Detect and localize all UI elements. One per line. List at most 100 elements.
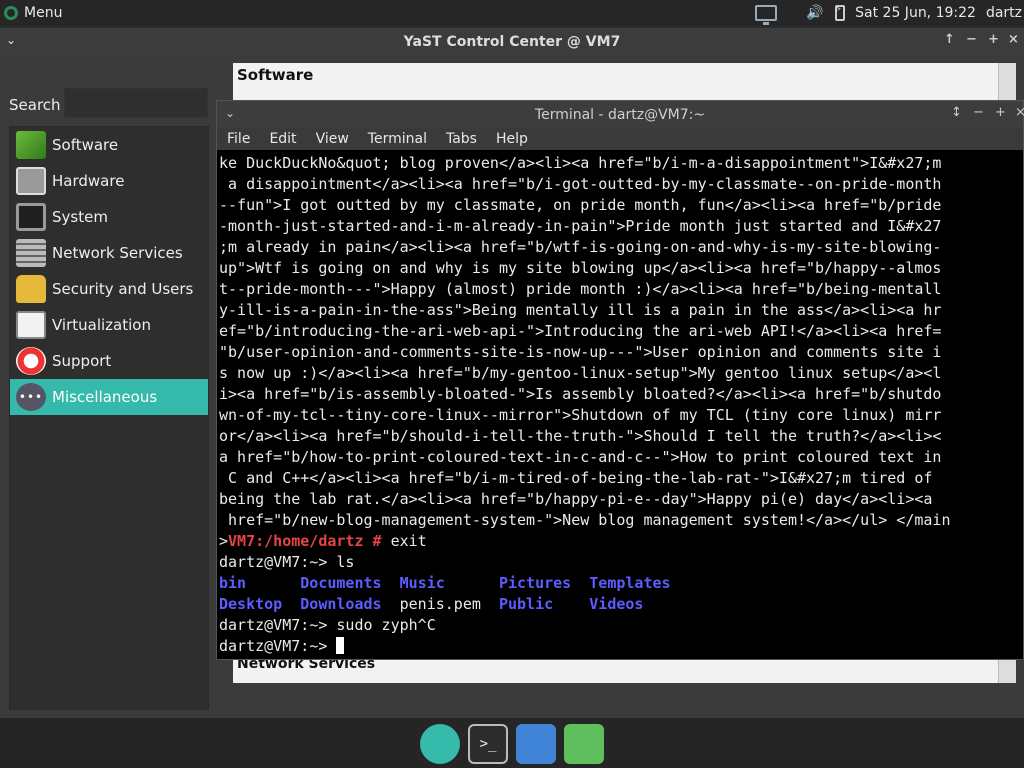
system-tray: 🔊 Sat 25 Jun, 19:22 dartz bbox=[755, 0, 1022, 26]
html-output-line: ke DuckDuckNo&quot; blog proven</a><li><… bbox=[219, 154, 942, 172]
terminal-line: Desktop Downloads penis.pem Public Video… bbox=[219, 594, 1019, 615]
category-label: Hardware bbox=[52, 172, 125, 190]
category-support[interactable]: Support bbox=[10, 343, 208, 379]
prompt-ls: dartz@VM7:~> ls bbox=[219, 553, 355, 571]
category-security-and-users[interactable]: Security and Users bbox=[10, 271, 208, 307]
minimize-icon[interactable]: − bbox=[966, 32, 977, 47]
yast-titlebar[interactable]: ⌄ YaST Control Center @ VM7 ↑ − + × bbox=[0, 28, 1024, 55]
terminal-titlebar[interactable]: ⌄ Terminal - dartz@VM7:~ ↕ − + × bbox=[217, 101, 1024, 128]
terminal-cursor bbox=[336, 637, 345, 654]
html-output-line: a disappointment</a><li><a href="b/i-got… bbox=[219, 175, 942, 193]
close-icon[interactable]: × bbox=[1008, 32, 1019, 47]
ls-directory: Music bbox=[399, 574, 445, 592]
dock: >_ bbox=[0, 718, 1024, 768]
terminal-window: ⌄ Terminal - dartz@VM7:~ ↕ − + × File Ed… bbox=[216, 100, 1024, 660]
terminal-line: "b/user-opinion-and-comments-site-is-now… bbox=[219, 342, 1019, 363]
terminal-line: C and C++</a><li><a href="b/i-m-tired-of… bbox=[219, 468, 1019, 489]
minimize-icon[interactable]: − bbox=[973, 105, 984, 120]
terminal-line: ;m already in pain</a><li><a href="b/wtf… bbox=[219, 237, 1019, 258]
window-menu-icon[interactable]: ⌄ bbox=[6, 33, 16, 47]
ls-spacing bbox=[481, 595, 499, 613]
html-output-line: > bbox=[219, 532, 229, 550]
html-output-line: ef="b/introducing-the-ari-web-api-">Intr… bbox=[219, 322, 942, 340]
ls-directory: bin bbox=[219, 574, 247, 592]
battery-icon[interactable] bbox=[835, 4, 846, 21]
menu-tabs[interactable]: Tabs bbox=[446, 131, 477, 147]
window-menu-icon[interactable]: ⌄ bbox=[225, 106, 235, 120]
terminal-glyph: >_ bbox=[479, 736, 497, 752]
user-name[interactable]: dartz bbox=[986, 5, 1022, 21]
ls-directory: Documents bbox=[300, 574, 382, 592]
network-icon[interactable] bbox=[755, 5, 778, 25]
terminal-line: or</a><li><a href="b/should-i-tell-the-t… bbox=[219, 426, 1019, 447]
html-output-line: C and C++</a><li><a href="b/i-m-tired-of… bbox=[219, 469, 933, 487]
terminal-output[interactable]: ke DuckDuckNo&quot; blog proven</a><li><… bbox=[219, 153, 1019, 658]
ls-directory: Public bbox=[498, 595, 554, 613]
menu-button[interactable]: Menu bbox=[0, 0, 62, 26]
section-header-software: Software bbox=[237, 66, 314, 84]
misc-icon: ••• bbox=[16, 383, 46, 411]
menu-terminal[interactable]: Terminal bbox=[368, 131, 427, 147]
html-output-line: being the lab rat.</a><li><a href="b/hap… bbox=[219, 490, 933, 508]
terminal-line: wn-of-my-tcl--tiny-core-linux--mirror">S… bbox=[219, 405, 1019, 426]
clock[interactable]: Sat 25 Jun, 19:22 bbox=[855, 5, 976, 21]
terminal-line: href="b/new-blog-management-system-">New… bbox=[219, 510, 1019, 531]
yast-title: YaST Control Center @ VM7 bbox=[403, 33, 621, 50]
keep-above-icon[interactable]: ↕ bbox=[951, 105, 962, 120]
ls-spacing bbox=[382, 574, 400, 592]
terminal-line: ke DuckDuckNo&quot; blog proven</a><li><… bbox=[219, 153, 1019, 174]
close-icon[interactable]: × bbox=[1015, 105, 1024, 120]
category-label: Network Services bbox=[52, 244, 183, 262]
maximize-icon[interactable]: + bbox=[995, 105, 1006, 120]
html-output-line: -month-just-started-and-i-m-already-in-p… bbox=[219, 217, 942, 235]
terminal-line: dartz@VM7:~> sudo zyph^C bbox=[219, 615, 1019, 636]
trash-icon[interactable] bbox=[564, 724, 604, 764]
menu-file[interactable]: File bbox=[227, 131, 250, 147]
terminal-line: bin Documents Music Pictures Templates bbox=[219, 573, 1019, 594]
system-icon bbox=[16, 203, 46, 231]
html-output-line: href="b/new-blog-management-system-">New… bbox=[219, 511, 951, 529]
terminal-line: --fun">I got outted by my classmate, on … bbox=[219, 195, 1019, 216]
category-network-services[interactable]: Network Services bbox=[10, 235, 208, 271]
category-miscellaneous[interactable]: ••• Miscellaneous bbox=[10, 379, 208, 415]
tux-icon[interactable] bbox=[420, 724, 460, 764]
category-label: Virtualization bbox=[52, 316, 151, 334]
terminal-line: ef="b/introducing-the-ari-web-api-">Intr… bbox=[219, 321, 1019, 342]
keep-above-icon[interactable]: ↑ bbox=[944, 32, 955, 47]
html-output-line: wn-of-my-tcl--tiny-core-linux--mirror">S… bbox=[219, 406, 942, 424]
category-system[interactable]: System bbox=[10, 199, 208, 235]
ls-spacing bbox=[282, 595, 300, 613]
html-output-line: i><a href="b/is-assembly-bloated-">Is as… bbox=[219, 385, 942, 403]
category-hardware[interactable]: Hardware bbox=[10, 163, 208, 199]
terminal-line: y-ill-is-a-pain-in-the-ass">Being mental… bbox=[219, 300, 1019, 321]
search-label: Search bbox=[9, 96, 61, 114]
lock-icon bbox=[16, 275, 46, 303]
downloads-folder-icon[interactable] bbox=[516, 724, 556, 764]
html-output-line: y-ill-is-a-pain-in-the-ass">Being mental… bbox=[219, 301, 942, 319]
lifebuoy-icon bbox=[16, 347, 46, 375]
html-output-line: or</a><li><a href="b/should-i-tell-the-t… bbox=[219, 427, 942, 445]
search-input[interactable] bbox=[64, 88, 208, 118]
terminal-line: a href="b/how-to-print-coloured-text-in-… bbox=[219, 447, 1019, 468]
menu-view[interactable]: View bbox=[316, 131, 349, 147]
top-panel: Menu 🔊 Sat 25 Jun, 19:22 dartz bbox=[0, 0, 1024, 26]
menu-edit[interactable]: Edit bbox=[269, 131, 296, 147]
prompt-current: dartz@VM7:~> bbox=[219, 637, 337, 655]
terminal-line: dartz@VM7:~> bbox=[219, 636, 1019, 657]
html-output-line: up">Wtf is going on and why is my site b… bbox=[219, 259, 942, 277]
ls-spacing bbox=[246, 574, 300, 592]
maximize-icon[interactable]: + bbox=[988, 32, 999, 47]
menu-help[interactable]: Help bbox=[496, 131, 528, 147]
terminal-line: -month-just-started-and-i-m-already-in-p… bbox=[219, 216, 1019, 237]
volume-icon[interactable]: 🔊 bbox=[805, 5, 825, 21]
terminal-line: >VM7:/home/dartz # exit bbox=[219, 531, 1019, 552]
category-virtualization[interactable]: Virtualization bbox=[10, 307, 208, 343]
category-label: Support bbox=[52, 352, 112, 370]
ls-file: penis.pem bbox=[399, 595, 481, 613]
ls-spacing bbox=[445, 574, 499, 592]
html-output-line: --fun">I got outted by my classmate, on … bbox=[219, 196, 942, 214]
category-software[interactable]: Software bbox=[10, 127, 208, 163]
ls-directory: Downloads bbox=[300, 595, 382, 613]
terminal-icon[interactable]: >_ bbox=[468, 724, 508, 764]
html-output-line: s now up :)</a><li><a href="b/my-gentoo-… bbox=[219, 364, 942, 382]
